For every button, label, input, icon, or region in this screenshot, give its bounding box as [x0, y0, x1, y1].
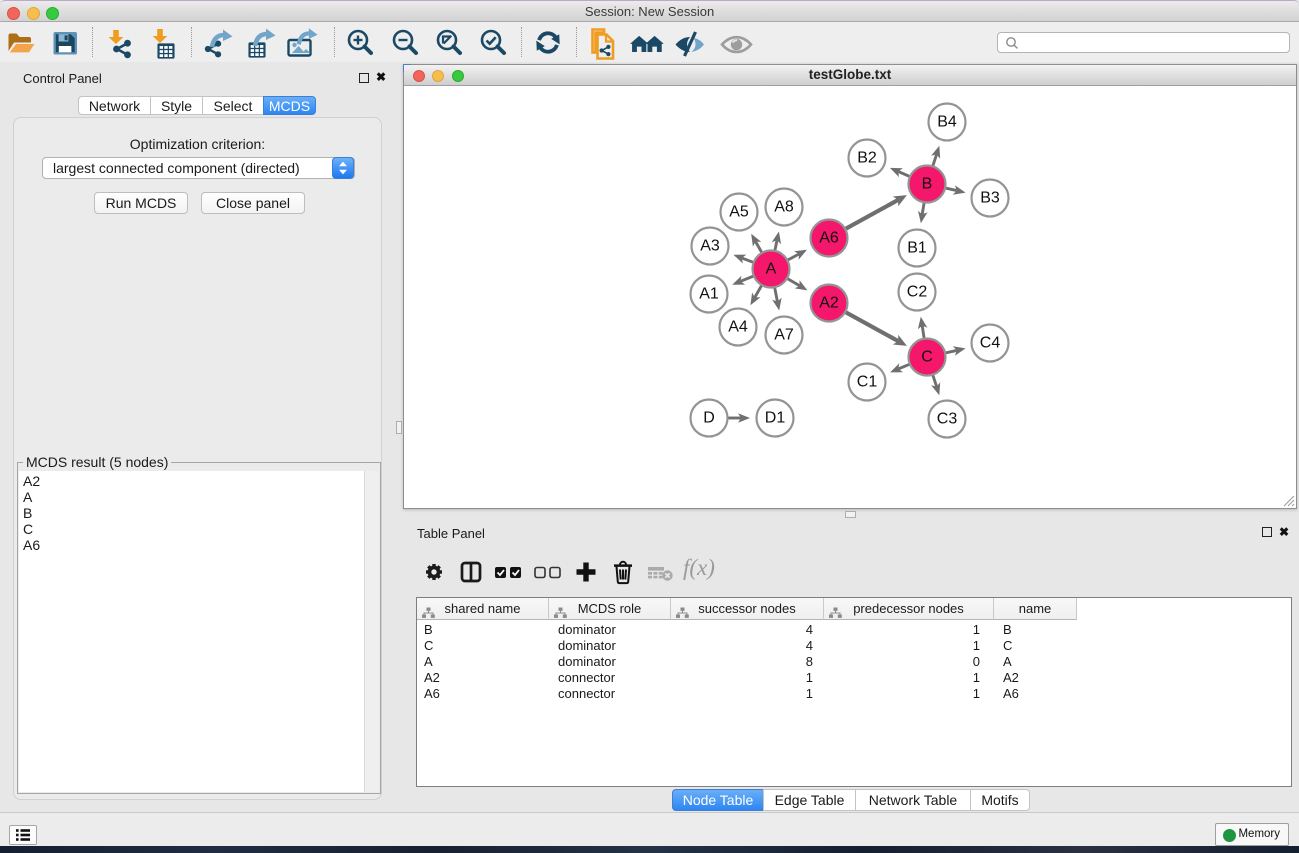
svg-text:C4: C4 [980, 335, 1001, 352]
svg-text:D1: D1 [765, 410, 786, 427]
svg-text:B2: B2 [857, 150, 877, 167]
svg-text:A7: A7 [774, 327, 794, 344]
svg-text:A6: A6 [819, 230, 839, 247]
svg-text:B4: B4 [937, 114, 957, 131]
svg-text:C2: C2 [907, 284, 928, 301]
svg-text:B1: B1 [907, 240, 927, 257]
svg-text:A: A [766, 261, 777, 278]
svg-text:C3: C3 [937, 411, 958, 428]
svg-text:A8: A8 [774, 199, 794, 216]
svg-text:B: B [922, 176, 933, 193]
svg-text:A5: A5 [729, 204, 749, 221]
svg-text:A4: A4 [728, 319, 748, 336]
svg-text:A2: A2 [819, 295, 839, 312]
svg-text:A3: A3 [700, 238, 720, 255]
svg-text:C: C [921, 349, 933, 366]
svg-text:A1: A1 [699, 286, 719, 303]
svg-text:C1: C1 [857, 374, 878, 391]
svg-text:D: D [703, 410, 715, 427]
svg-text:B3: B3 [980, 190, 1000, 207]
